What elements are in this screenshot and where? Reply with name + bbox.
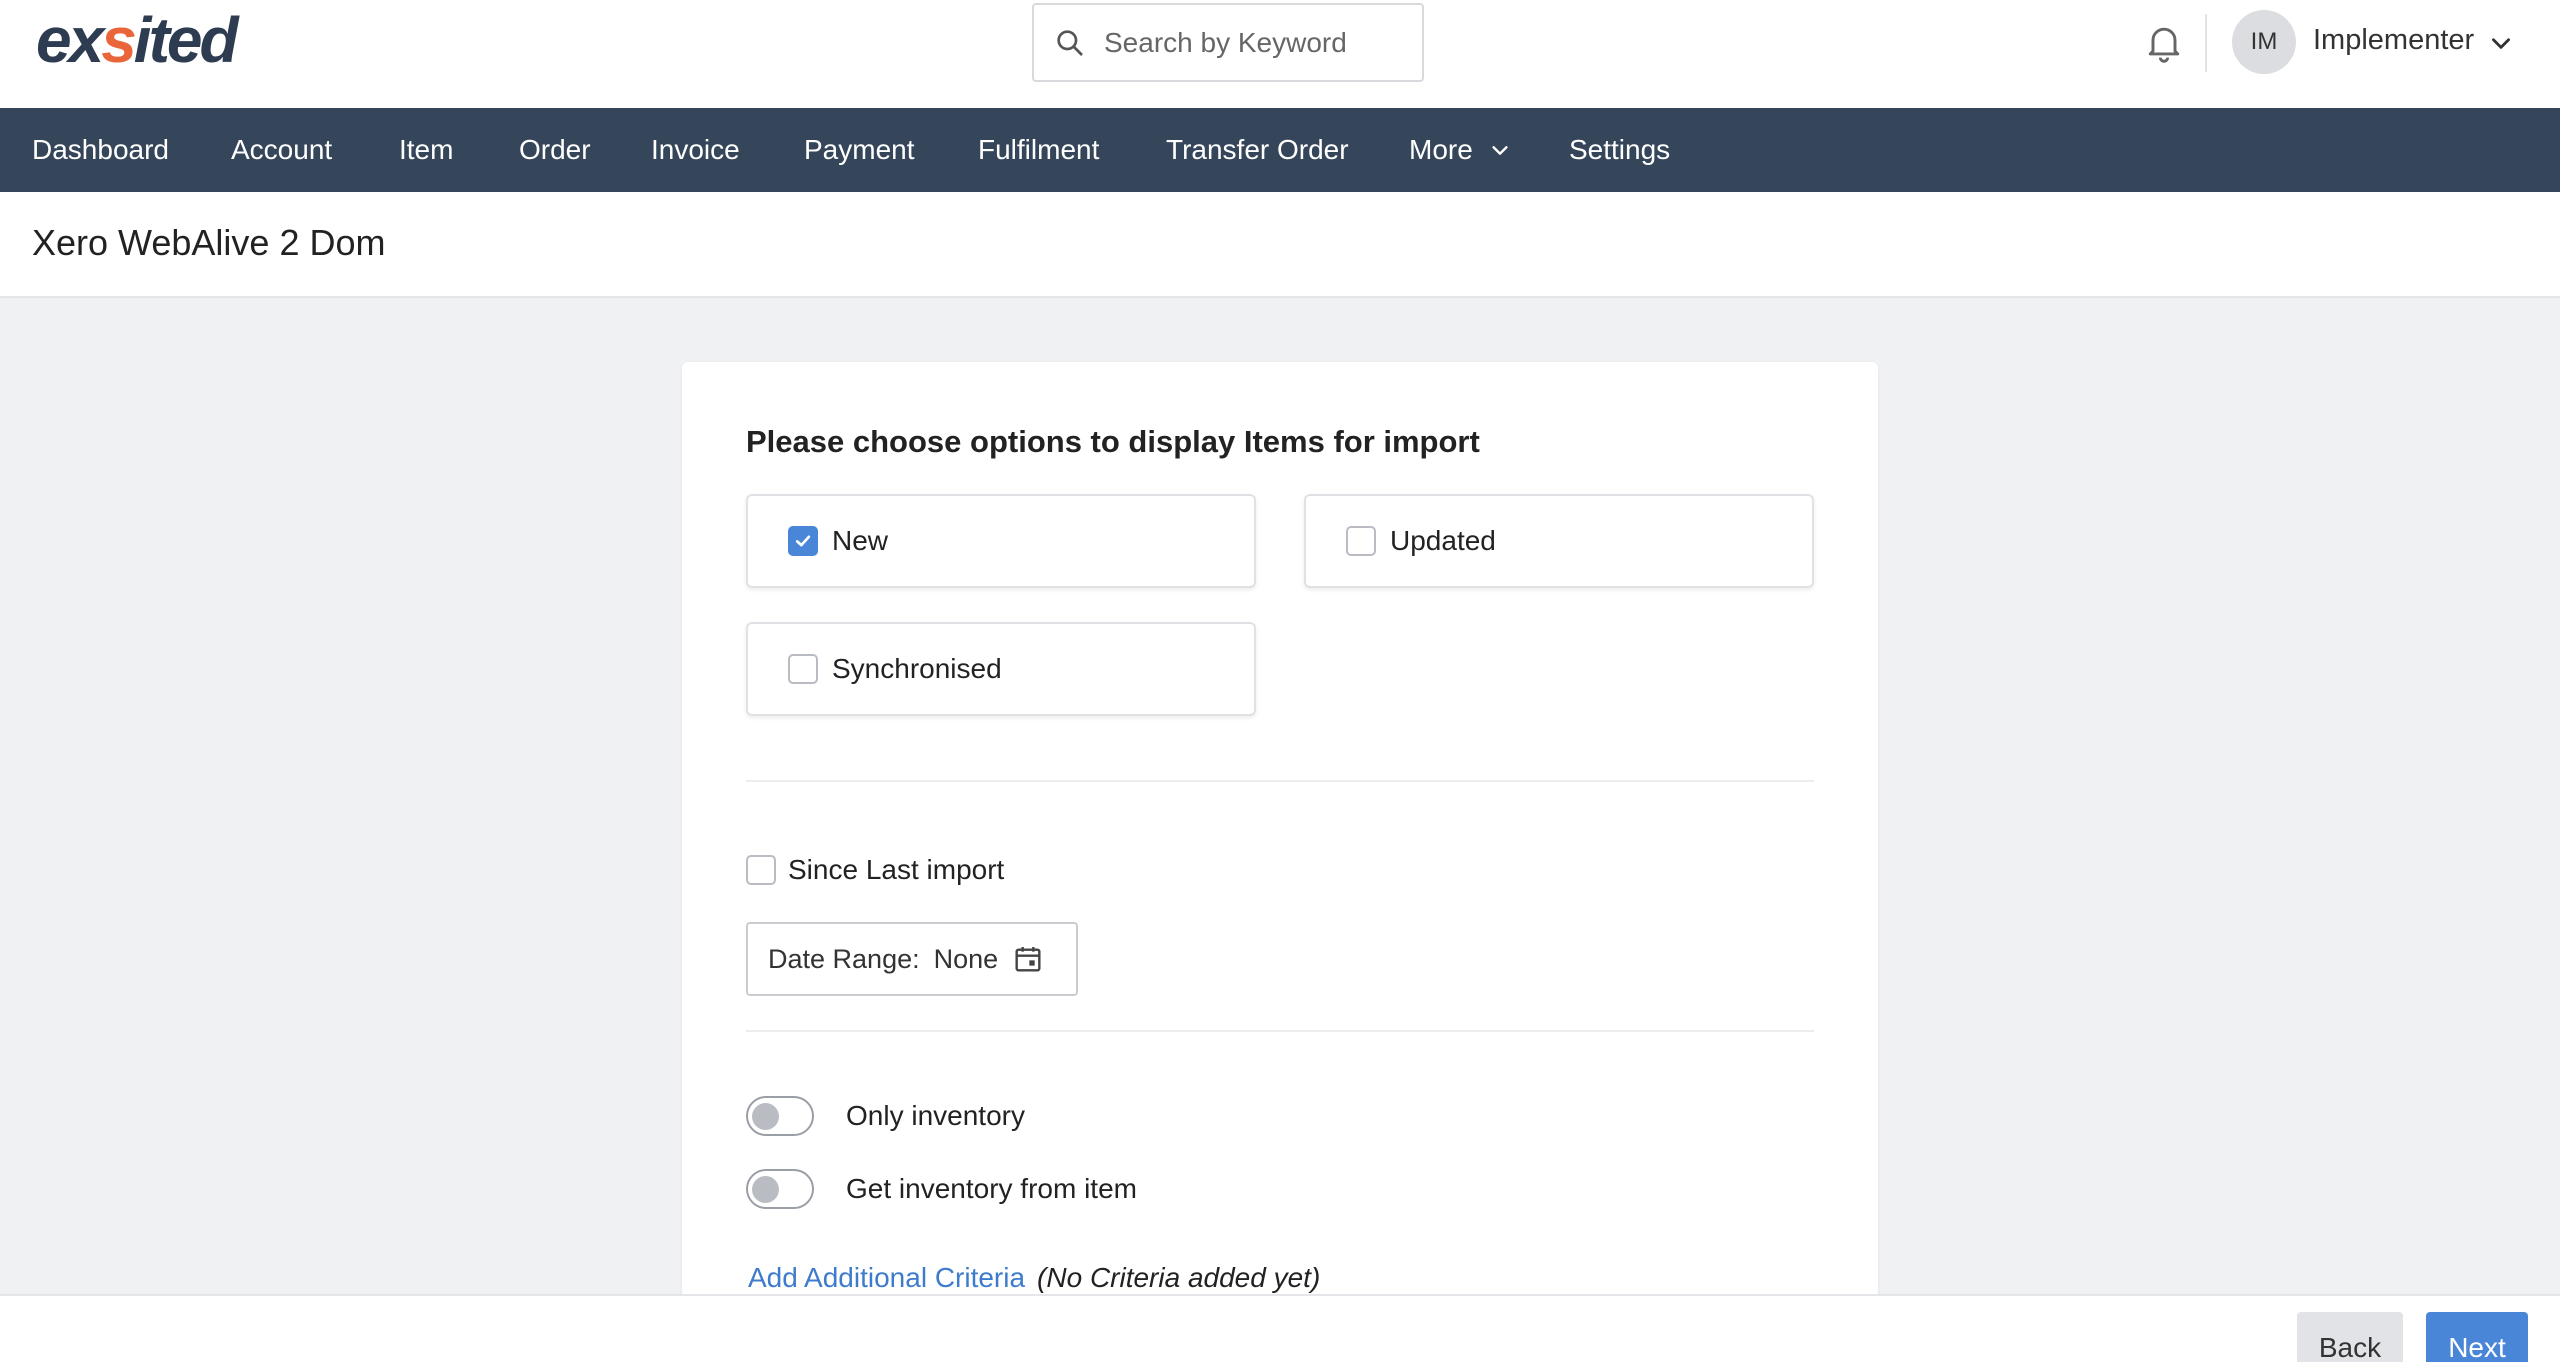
toggle-knob [752,1103,779,1130]
nav-dashboard[interactable]: Dashboard [32,108,169,192]
option-label: New [832,525,889,556]
option-updated[interactable]: Updated [1304,494,1814,588]
option-synchronised[interactable]: Synchronised [746,622,1256,716]
logo-text-right: ited [133,4,239,76]
option-new[interactable]: New [746,494,1256,588]
bell-icon[interactable] [2142,20,2186,64]
option-label: Synchronised [832,653,1002,684]
toggle-knob [752,1176,779,1203]
card-heading: Please choose options to display Items f… [746,424,1480,459]
nav-account[interactable]: Account [231,108,332,192]
criteria-note: (No Criteria added yet) [1037,1262,1321,1293]
only-inventory-toggle[interactable] [746,1096,814,1136]
divider [746,780,1814,782]
nav-invoice[interactable]: Invoice [651,108,740,192]
criteria-row: Add Additional Criteria (No Criteria add… [748,1262,1320,1294]
add-criteria-link[interactable]: Add Additional Criteria [748,1262,1025,1294]
search-box[interactable] [1032,3,1424,82]
nav-order[interactable]: Order [519,108,591,192]
chevron-down-icon[interactable] [2488,30,2514,56]
header-divider [2205,14,2207,72]
nav-more-label: More [1409,134,1473,165]
since-last-import[interactable]: Since Last import [746,854,1004,886]
main-nav: Dashboard Account Item Order Invoice Pay… [0,108,2560,192]
top-header: exsited IM Implementer [0,0,2560,108]
logo-text-accent: s [101,4,137,76]
avatar-initials: IM [2250,28,2278,55]
divider [746,1030,1814,1032]
nav-transfer-order[interactable]: Transfer Order [1166,108,1349,192]
page-title: Xero WebAlive 2 Dom [32,222,386,263]
date-range-picker[interactable]: Date Range: None [746,922,1078,996]
import-options-card: Please choose options to display Items f… [682,362,1878,1362]
nav-fulfilment[interactable]: Fulfilment [978,108,1099,192]
inventory-from-item-toggle[interactable] [746,1169,814,1209]
nav-more[interactable]: More [1409,108,1511,192]
option-label: Updated [1390,525,1496,556]
nav-payment[interactable]: Payment [804,108,915,192]
logo-text-left: ex [36,4,104,76]
back-button[interactable]: Back [2297,1312,2403,1362]
checkbox-new[interactable] [788,526,818,556]
search-input[interactable] [1104,26,1414,59]
chevron-down-icon [1492,146,1508,155]
nav-settings[interactable]: Settings [1569,108,1670,192]
inventory-from-item-label: Get inventory from item [846,1173,1137,1204]
user-name[interactable]: Implementer [2313,24,2474,57]
since-last-import-label: Since Last import [788,854,1005,885]
date-range-label: Date Range: [768,943,920,974]
toggle-row-inventory-from-item: Get inventory from item [746,1169,1137,1209]
nav-item[interactable]: Item [399,108,453,192]
date-range-value: None [933,943,999,974]
exsited-logo[interactable]: ex s ited [36,4,239,76]
next-button[interactable]: Next [2426,1312,2528,1362]
calendar-icon [1015,947,1041,972]
toggle-row-only-inventory: Only inventory [746,1096,1025,1136]
checkbox-synchronised[interactable] [788,654,818,684]
checkbox-since-last-import[interactable] [746,855,776,885]
avatar[interactable]: IM [2232,10,2296,74]
search-icon [1057,29,1083,56]
checkmark-icon [795,535,811,547]
footer-bar: Back Next [0,1294,2560,1362]
only-inventory-label: Only inventory [846,1100,1025,1131]
title-bar: Xero WebAlive 2 Dom [0,192,2560,298]
checkbox-updated[interactable] [1346,526,1376,556]
